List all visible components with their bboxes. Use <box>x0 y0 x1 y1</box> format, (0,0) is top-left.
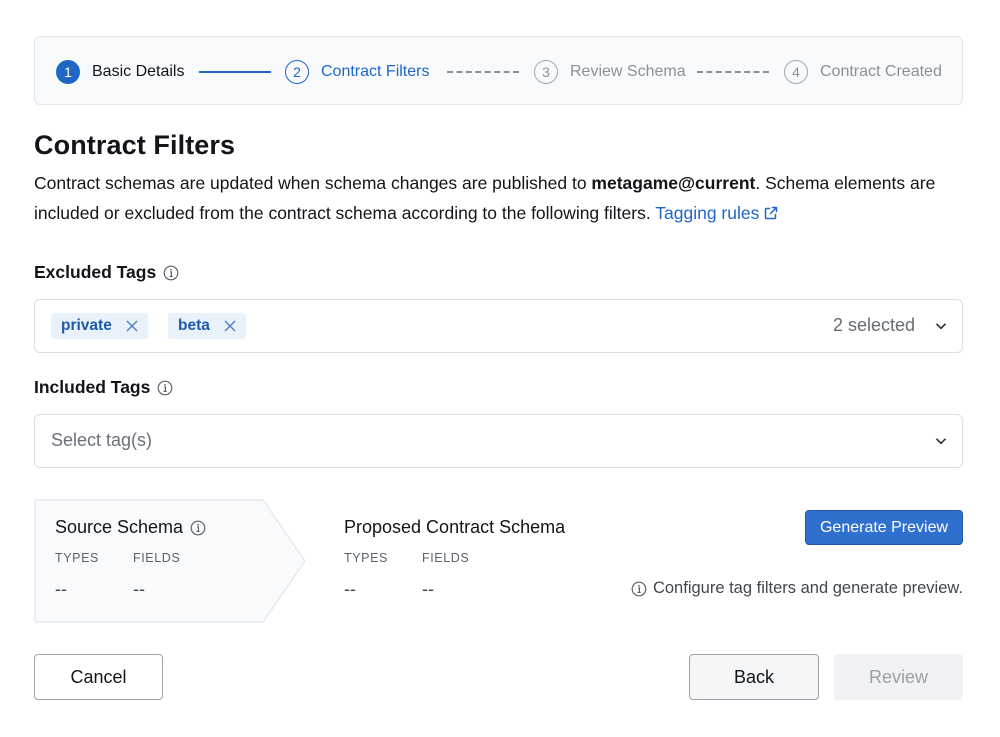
info-icon[interactable] <box>163 265 179 281</box>
tag-chip-beta: beta <box>168 313 246 339</box>
step-connector-pending <box>697 71 769 73</box>
excluded-tags-select[interactable]: private beta 2 selected <box>34 299 963 353</box>
tag-chip-label: beta <box>178 317 210 334</box>
tagging-rules-link[interactable]: Tagging rules <box>655 203 779 223</box>
proposed-fields-label: FIELDS <box>422 551 470 565</box>
step-review-schema[interactable]: 3 Review Schema <box>534 59 686 85</box>
review-button: Review <box>834 654 963 700</box>
info-icon[interactable] <box>190 520 206 536</box>
source-fields-label: FIELDS <box>133 551 181 565</box>
preview-hint-text: Configure tag filters and generate previ… <box>652 579 963 597</box>
proposed-types-value: -- <box>344 579 356 599</box>
source-types-value: -- <box>55 579 67 599</box>
tagging-rules-link-text[interactable]: Tagging rules <box>655 203 759 223</box>
source-types-label: TYPES <box>55 551 99 565</box>
page-title: Contract Filters <box>34 130 236 160</box>
step-number: 4 <box>784 60 808 84</box>
step-connector-complete <box>199 71 271 73</box>
close-icon <box>126 320 138 332</box>
info-icon[interactable] <box>157 380 173 396</box>
step-number: 2 <box>285 60 309 84</box>
step-basic-details[interactable]: 1 Basic Details <box>56 59 184 85</box>
step-connector-pending <box>447 71 519 73</box>
step-contract-filters[interactable]: 2 Contract Filters <box>285 59 429 85</box>
chevron-down-icon[interactable] <box>935 320 947 332</box>
excluded-tags-label: Excluded Tags <box>34 262 179 283</box>
step-label: Contract Filters <box>321 63 430 80</box>
cancel-button[interactable]: Cancel <box>34 654 163 700</box>
step-number: 3 <box>534 60 558 84</box>
step-label: Review Schema <box>570 63 686 80</box>
step-number: 1 <box>56 60 80 84</box>
external-link-icon <box>765 206 778 220</box>
tag-chip-label: private <box>61 317 112 334</box>
step-contract-created[interactable]: 4 Contract Created <box>784 59 942 85</box>
proposed-types-label: TYPES <box>344 551 388 565</box>
included-tags-label-text: Included Tags <box>34 377 151 397</box>
remove-tag-button[interactable] <box>224 320 236 332</box>
selected-count: 2 selected <box>832 315 915 335</box>
generate-preview-button[interactable]: Generate Preview <box>805 510 963 545</box>
back-button[interactable]: Back <box>689 654 819 700</box>
remove-tag-button[interactable] <box>126 320 138 332</box>
description-text: Contract schemas are updated when schema… <box>34 173 592 193</box>
excluded-tags-label-text: Excluded Tags <box>34 262 157 282</box>
proposed-fields-value: -- <box>422 579 434 599</box>
chevron-down-icon[interactable] <box>935 435 947 447</box>
source-fields-value: -- <box>133 579 145 599</box>
source-schema-title: Source Schema <box>55 517 206 538</box>
included-tags-select[interactable]: Select tag(s) <box>34 414 963 468</box>
tag-chip-private: private <box>51 313 148 339</box>
close-icon <box>224 320 236 332</box>
step-label: Basic Details <box>92 63 185 80</box>
source-schema-panel: Source Schema TYPES FIELDS -- -- <box>34 499 308 623</box>
included-tags-label: Included Tags <box>34 377 173 398</box>
info-icon <box>631 581 647 596</box>
step-label: Contract Created <box>820 63 942 80</box>
source-schema-title-text: Source Schema <box>55 517 184 537</box>
proposed-schema-title: Proposed Contract Schema <box>344 517 566 537</box>
progress-stepper: 1 Basic Details 2 Contract Filters 3 Rev… <box>34 36 963 105</box>
graph-variant-name: metagame@current <box>591 173 756 193</box>
preview-hint: Configure tag filters and generate previ… <box>631 579 963 598</box>
included-tags-placeholder: Select tag(s) <box>51 430 153 450</box>
page-description: Contract schemas are updated when schema… <box>34 168 969 228</box>
